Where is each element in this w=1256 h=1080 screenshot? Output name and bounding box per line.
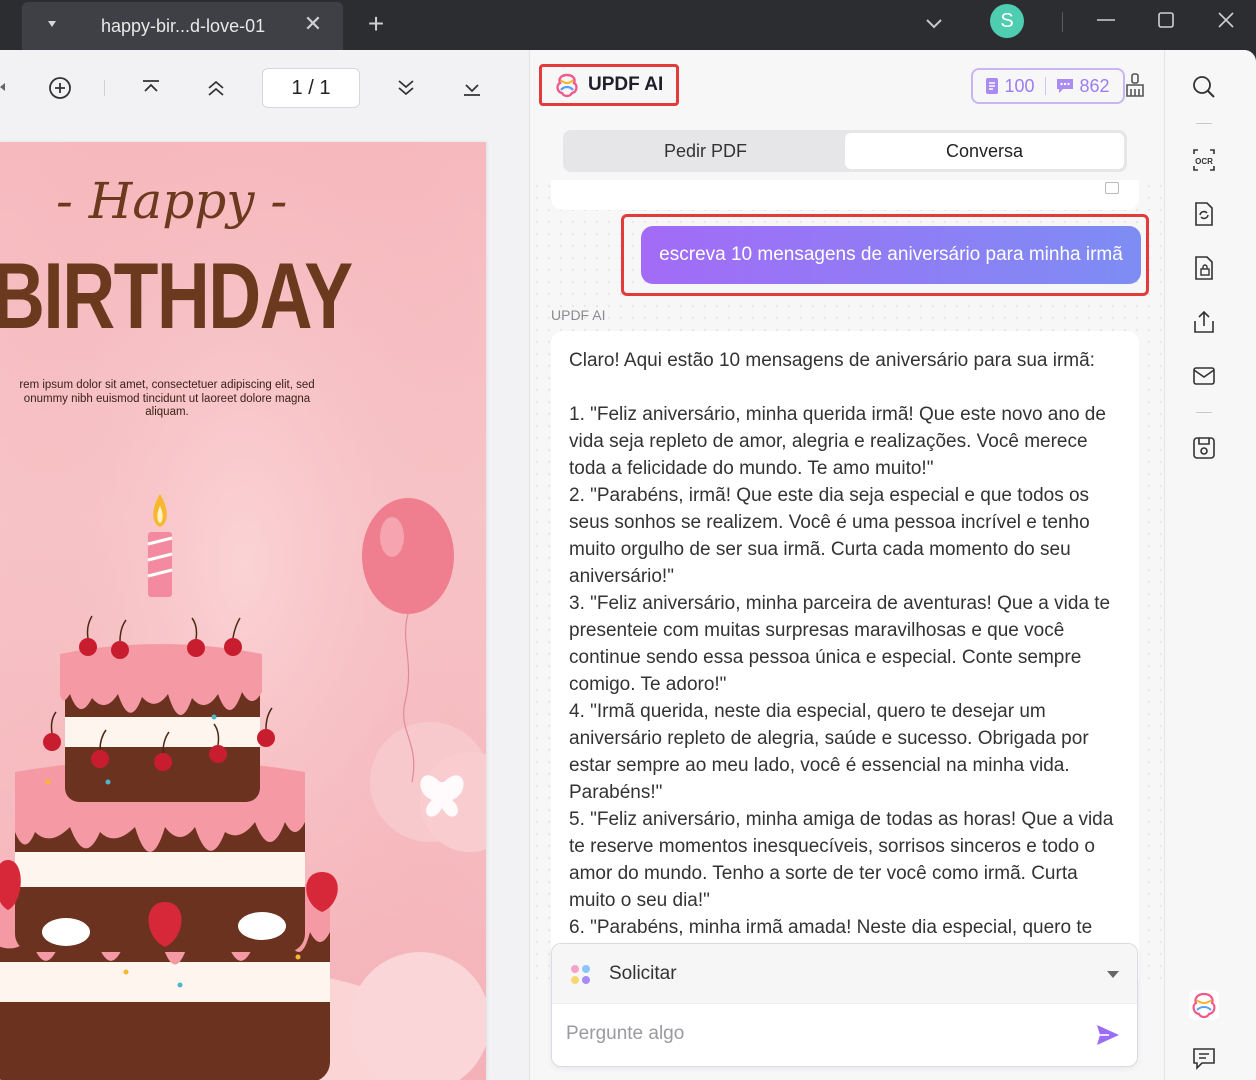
- tab-menu-caret-icon[interactable]: [48, 21, 56, 27]
- new-tab-icon[interactable]: +: [362, 10, 390, 38]
- right-tool-rail: OCR: [1164, 50, 1256, 1080]
- main-area: 1 / 1 - Happy - BIRTHDAY rem ipsum dolor…: [0, 50, 1256, 1080]
- avatar[interactable]: S: [990, 4, 1024, 38]
- ai-panel-title: UPDF AI: [588, 74, 664, 95]
- ai-response-card: Claro! Aqui estão 10 mensagens de aniver…: [551, 331, 1139, 980]
- message-credits-count: 862: [1079, 75, 1110, 96]
- ai-panel: UPDF AI 100 862 Pedir PDF Conversa escre…: [531, 50, 1164, 1080]
- previous-message-card: [551, 180, 1139, 210]
- document-tab[interactable]: happy-bir...d-love-01 ✕: [22, 2, 343, 50]
- message-credit-icon: [1056, 79, 1073, 93]
- share-icon[interactable]: [1189, 307, 1219, 337]
- card-body-text: rem ipsum dolor sit amet, consectetuer a…: [19, 379, 315, 418]
- user-message-bubble: escreva 10 mensagens de aniversário para…: [641, 226, 1141, 284]
- previous-page-icon[interactable]: [196, 68, 236, 108]
- message-composer: Solicitar: [551, 943, 1138, 1067]
- title-bar: happy-bir...d-love-01 ✕ + S: [0, 0, 1256, 50]
- window-close-icon[interactable]: [1214, 8, 1238, 32]
- svg-text:OCR: OCR: [1195, 157, 1213, 166]
- maximize-icon[interactable]: [1154, 8, 1178, 32]
- minimize-icon[interactable]: [1094, 8, 1118, 32]
- rail-divider: [1196, 412, 1212, 413]
- toolbar-caret-icon[interactable]: [0, 83, 5, 91]
- first-page-icon[interactable]: [131, 68, 171, 108]
- next-page-icon[interactable]: [386, 68, 426, 108]
- card-birthday-text: BIRTHDAY: [0, 243, 353, 348]
- card-happy-text: - Happy -: [56, 172, 288, 230]
- updf-ai-logo-icon: [556, 73, 578, 98]
- email-icon[interactable]: [1189, 361, 1219, 391]
- copy-icon[interactable]: [1105, 182, 1119, 194]
- title-bar-divider: [1062, 12, 1063, 32]
- prompt-templates-icon: [571, 965, 590, 984]
- tab-title: happy-bir...d-love-01: [101, 16, 266, 36]
- zoom-in-icon[interactable]: [40, 68, 80, 108]
- pdf-viewer: 1 / 1 - Happy - BIRTHDAY rem ipsum dolor…: [0, 50, 530, 1080]
- convert-icon[interactable]: [1189, 199, 1219, 229]
- last-page-icon[interactable]: [452, 68, 492, 108]
- document-credits-count: 100: [1004, 75, 1035, 96]
- page-number-field[interactable]: 1 / 1: [262, 68, 360, 108]
- ai-sender-label: UPDF AI: [551, 307, 606, 323]
- search-icon[interactable]: [1189, 72, 1219, 102]
- send-icon[interactable]: [1095, 1022, 1121, 1048]
- prompt-mode-selector[interactable]: Solicitar: [552, 944, 1137, 1004]
- tab-close-icon[interactable]: ✕: [302, 11, 324, 37]
- save-icon[interactable]: [1189, 433, 1219, 463]
- prompt-mode-label: Solicitar: [609, 963, 677, 984]
- chevron-down-icon[interactable]: [1107, 971, 1119, 978]
- updf-ai-icon[interactable]: [1189, 990, 1219, 1020]
- tab-conversa[interactable]: Conversa: [845, 133, 1124, 169]
- credits-badge[interactable]: 100 862: [971, 68, 1125, 104]
- ai-panel-header: UPDF AI: [539, 64, 679, 106]
- ai-mode-tabs: Pedir PDF Conversa: [563, 130, 1127, 172]
- document-credit-icon: [986, 78, 999, 94]
- credits-divider: [1044, 77, 1046, 95]
- clear-chat-icon[interactable]: [1123, 72, 1147, 100]
- tab-pedir-pdf[interactable]: Pedir PDF: [566, 133, 845, 169]
- question-input[interactable]: [566, 1016, 1066, 1052]
- ocr-icon[interactable]: OCR: [1189, 145, 1219, 175]
- toolbar-divider: [104, 80, 105, 96]
- protect-icon[interactable]: [1189, 253, 1219, 283]
- pdf-page: - Happy - BIRTHDAY rem ipsum dolor sit a…: [0, 142, 486, 1080]
- comment-icon[interactable]: [1189, 1043, 1219, 1073]
- user-message-highlight: escreva 10 mensagens de aniversário para…: [621, 214, 1149, 296]
- tab-list-chevron-icon[interactable]: [922, 11, 946, 35]
- rail-divider: [1196, 123, 1212, 124]
- chat-history[interactable]: escreva 10 mensagens de aniversário para…: [531, 180, 1164, 980]
